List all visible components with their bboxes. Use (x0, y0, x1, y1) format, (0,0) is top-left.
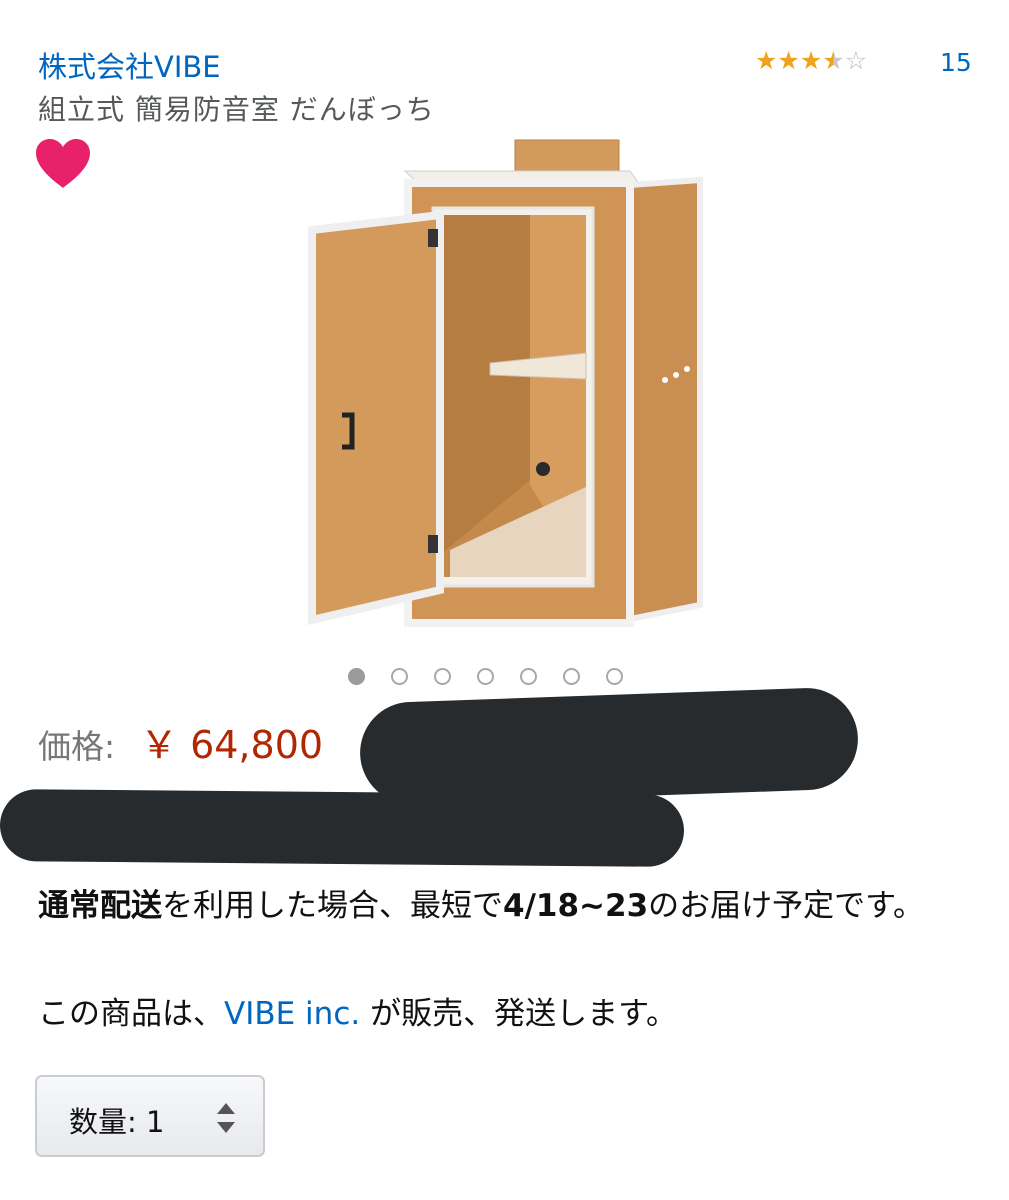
star-icon: ★ (755, 46, 778, 75)
delivery-text: のお届け予定です。 (648, 888, 925, 924)
star-empty-icon: ☆ (844, 46, 868, 75)
star-rating[interactable]: ★ ★ ★ ★ ☆ (755, 46, 867, 76)
sold-by-prefix: この商品は、 (38, 996, 224, 1032)
review-count-link[interactable]: 15 (940, 48, 972, 77)
carousel-dot[interactable] (477, 668, 494, 685)
price-label: 価格: (38, 727, 116, 766)
star-icon: ★ (799, 46, 823, 75)
quantity-select[interactable]: 数量: 1 (35, 1075, 265, 1157)
delivery-info: 通常配送を利用した場合、最短で4/18~23のお届け予定です。 (38, 880, 988, 932)
carousel-dot[interactable] (391, 668, 408, 685)
heart-icon[interactable] (34, 138, 92, 190)
delivery-method: 通常配送 (38, 888, 162, 924)
image-carousel-dots[interactable] (348, 668, 623, 685)
sold-by-info: この商品は、VIBE inc. が販売、発送します。 (38, 988, 677, 1033)
redaction-mark (358, 686, 860, 806)
carousel-dot[interactable] (606, 668, 623, 685)
seller-link[interactable]: 株式会社VIBE (38, 44, 221, 86)
redaction-mark (0, 789, 685, 867)
carousel-dot[interactable] (563, 668, 580, 685)
product-title: 組立式 簡易防音室 だんぼっち (38, 93, 435, 126)
sold-by-suffix: が販売、発送します。 (360, 996, 677, 1032)
star-half-icon: ★ (822, 46, 845, 75)
carousel-dot[interactable] (520, 668, 537, 685)
product-image[interactable] (300, 135, 705, 640)
quantity-label: 数量: 1 (69, 1105, 165, 1139)
delivery-text: を利用した場合、最短で (162, 888, 503, 924)
carousel-dot[interactable] (348, 668, 365, 685)
delivery-dates: 4/18~23 (503, 888, 649, 924)
price-value: ￥ 64,800 (140, 723, 324, 767)
up-down-arrows-icon (217, 1103, 235, 1133)
carousel-dot[interactable] (434, 668, 451, 685)
star-icon: ★ (777, 46, 800, 75)
vendor-link[interactable]: VIBE inc. (224, 996, 360, 1032)
